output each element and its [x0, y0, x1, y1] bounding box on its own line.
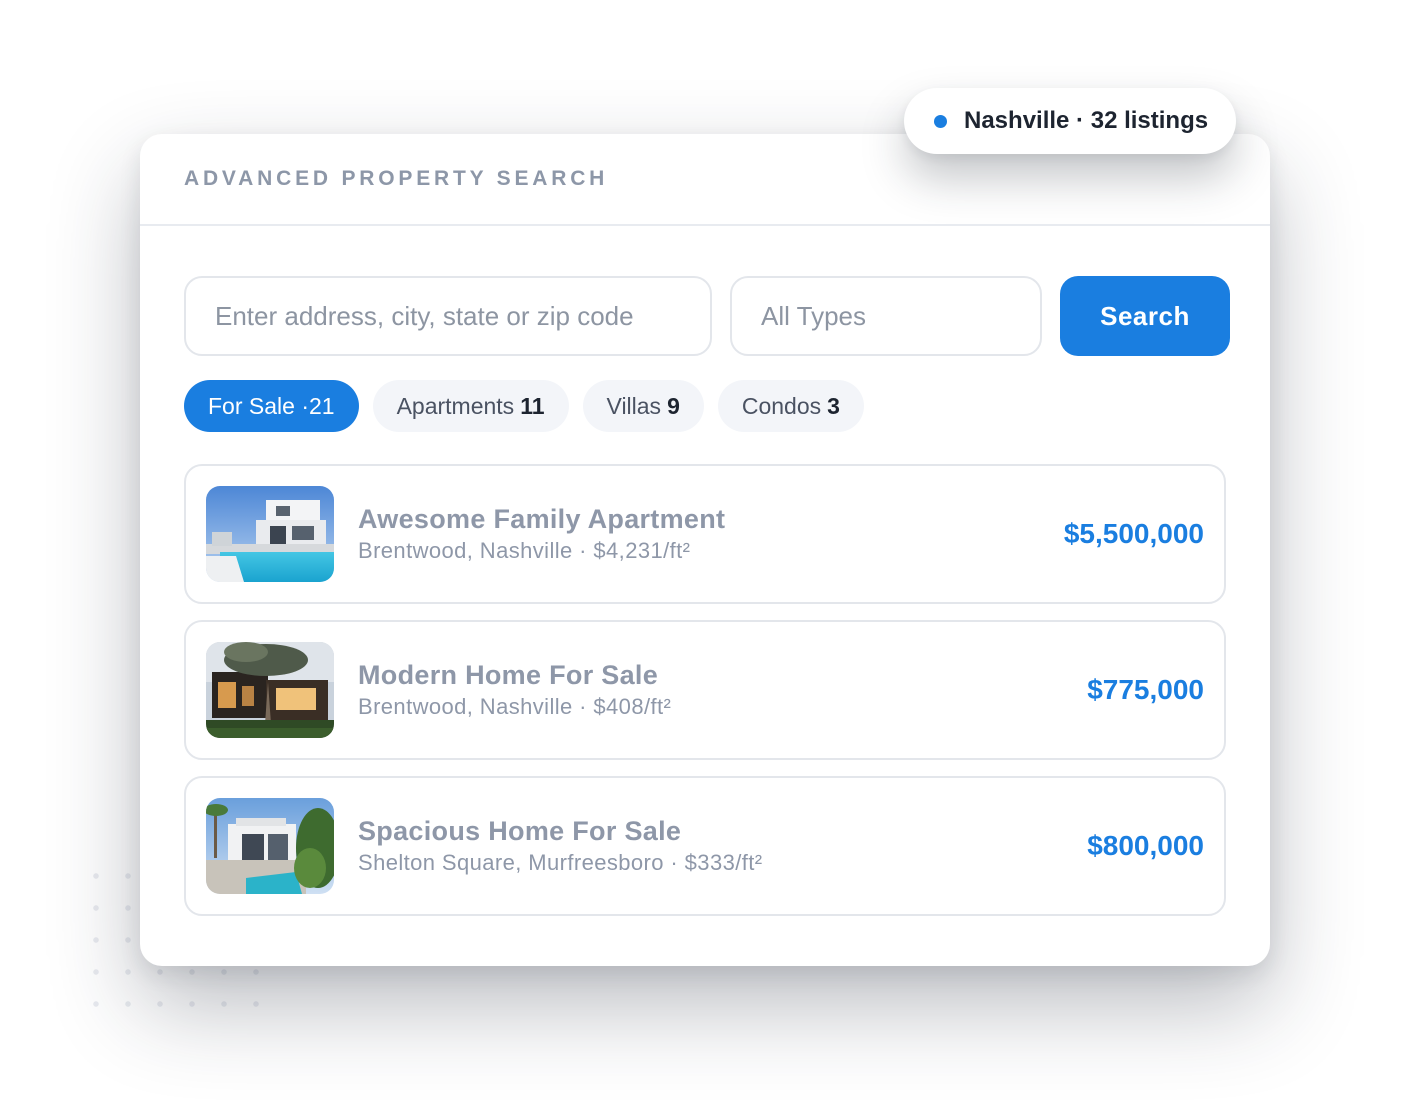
location-listings-badge[interactable]: Nashville · 32 listings [904, 88, 1236, 154]
listing-subtitle: Shelton Square, Murfreesboro · $333/ft² [358, 850, 763, 875]
search-button[interactable]: Search [1060, 276, 1230, 356]
listing-info: Modern Home For Sale Brentwood, Nashvill… [358, 660, 1087, 720]
chip-count: 21 [308, 392, 335, 419]
listing-price: $800,000 [1087, 830, 1204, 861]
search-row: Enter address, city, state or zip code A… [184, 276, 1230, 356]
listing-title: Modern Home For Sale [358, 660, 659, 690]
filter-chip-villas[interactable]: Villas 9 [582, 380, 704, 432]
panel-title: ADVANCED PROPERTY SEARCH [184, 167, 609, 190]
location-listings-text: Nashville · 32 listings [964, 107, 1209, 134]
filter-chip-apartments[interactable]: Apartments 11 [372, 380, 569, 432]
listing-card[interactable]: Spacious Home For Sale Shelton Square, M… [184, 776, 1226, 916]
filter-chip-condos[interactable]: Condos 3 [717, 380, 864, 432]
listing-photo-villa-pool [206, 486, 334, 582]
chip-label: Villas [606, 392, 662, 419]
listing-card[interactable]: Awesome Family Apartment Brentwood, Nash… [184, 464, 1226, 604]
listing-price: $5,500,000 [1063, 518, 1204, 549]
property-type-select[interactable]: All Types [730, 276, 1042, 356]
listing-photo-white-house-palms [206, 798, 334, 894]
listing-title: Spacious Home For Sale [358, 816, 682, 846]
property-search-panel: ADVANCED PROPERTY SEARCH Enter address, … [140, 134, 1270, 966]
listing-results: Awesome Family Apartment Brentwood, Nash… [184, 464, 1226, 932]
listing-photo-modern-house [206, 642, 334, 738]
chip-label: Condos [741, 392, 822, 419]
address-placeholder: Enter address, city, state or zip code [215, 300, 634, 331]
listing-info: Spacious Home For Sale Shelton Square, M… [358, 816, 1087, 876]
listing-subtitle: Brentwood, Nashville · $408/ft² [358, 694, 672, 719]
listing-price: $775,000 [1087, 674, 1204, 705]
listing-subtitle: Brentwood, Nashville · $4,231/ft² [358, 538, 691, 563]
chip-label: For Sale · [208, 392, 309, 419]
listing-info: Awesome Family Apartment Brentwood, Nash… [358, 504, 1064, 564]
address-search-input[interactable]: Enter address, city, state or zip code [184, 276, 712, 356]
status-dot-icon [934, 114, 947, 128]
property-type-value: All Types [761, 300, 867, 331]
filter-chip-for-sale[interactable]: For Sale · 21 [184, 380, 359, 432]
listing-title: Awesome Family Apartment [358, 504, 726, 534]
chip-label: Apartments [396, 392, 515, 419]
listing-card[interactable]: Modern Home For Sale Brentwood, Nashvill… [184, 620, 1226, 760]
search-button-label: Search [1100, 300, 1190, 331]
chip-count: 11 [520, 392, 545, 419]
chip-count: 3 [827, 392, 840, 419]
filter-chips: For Sale · 21 Apartments 11 Villas 9 Condo… [184, 380, 864, 432]
page: ADVANCED PROPERTY SEARCH Enter address, … [0, 0, 1410, 1100]
chip-count: 9 [667, 392, 680, 419]
